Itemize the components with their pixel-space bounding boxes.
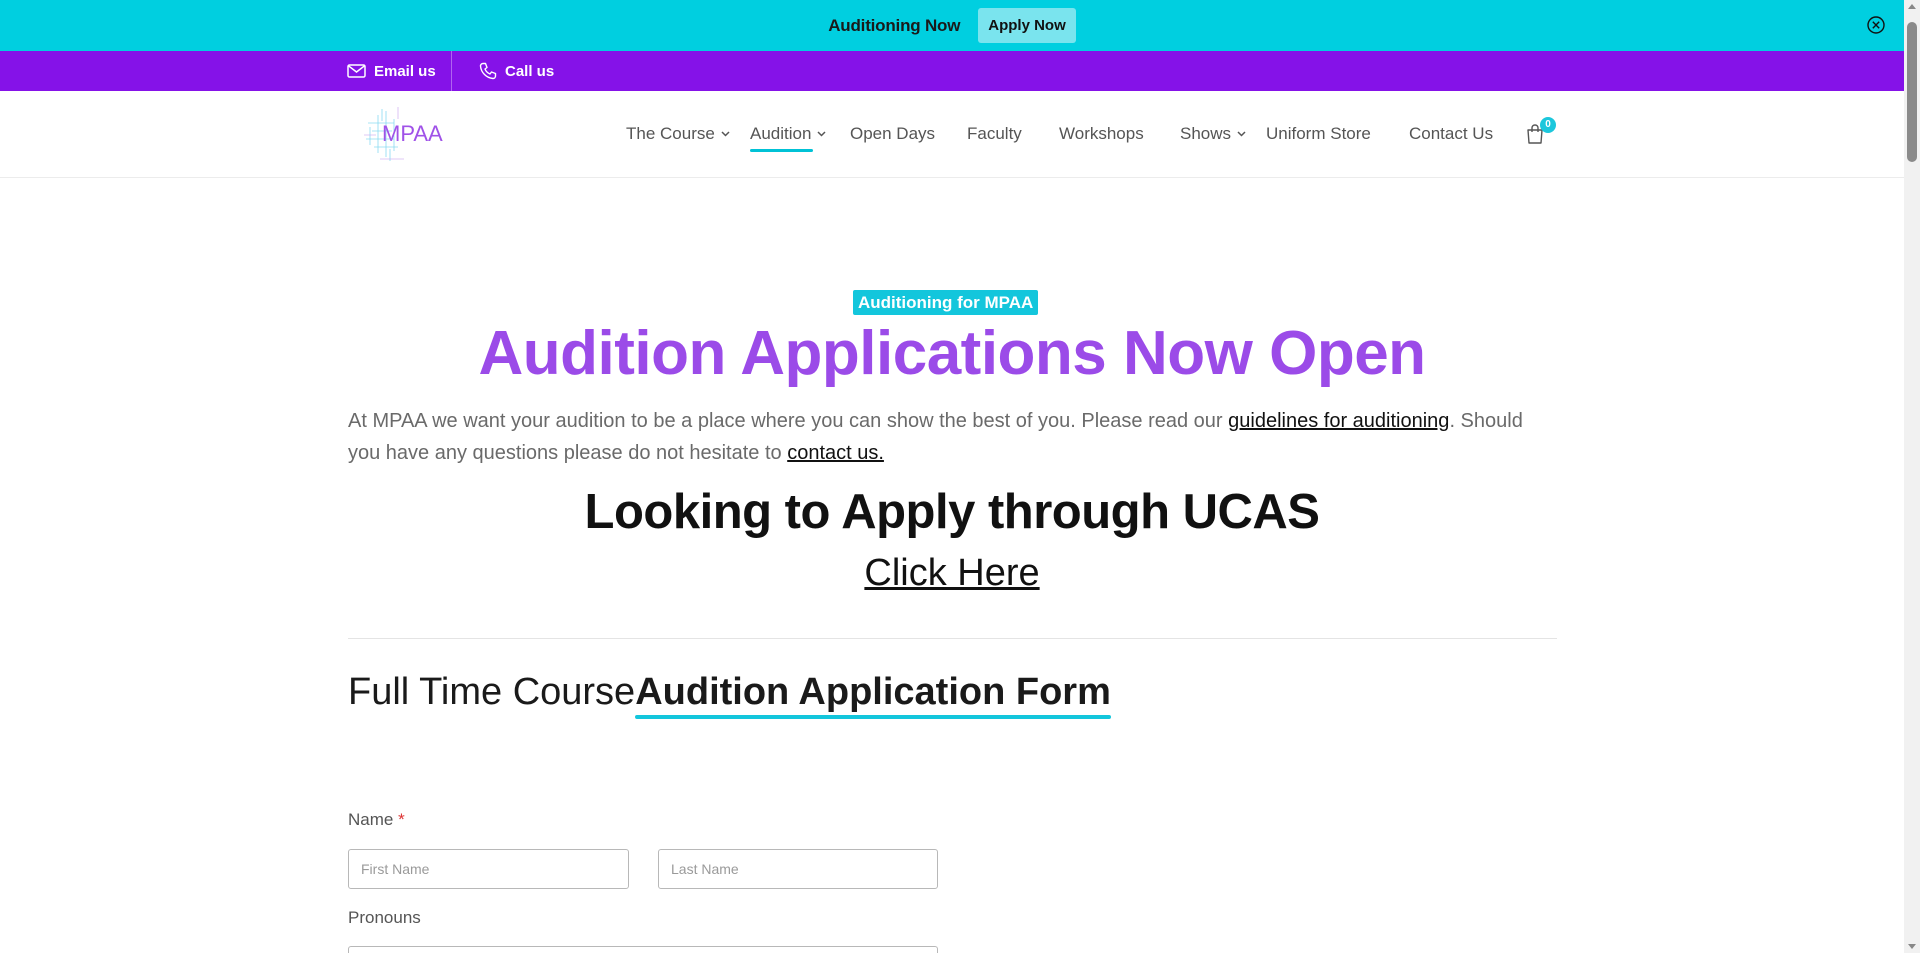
nav-item-shows[interactable]: Shows xyxy=(1180,124,1246,144)
mail-icon xyxy=(347,64,366,78)
chevron-down-icon xyxy=(721,131,730,137)
first-name-input[interactable] xyxy=(348,849,629,889)
nav-item-contact-us[interactable]: Contact Us xyxy=(1409,124,1493,144)
ucas-heading: Looking to Apply through UCAS xyxy=(584,485,1320,539)
nav-label: Contact Us xyxy=(1409,124,1494,143)
nav-item-faculty[interactable]: Faculty xyxy=(967,124,1022,144)
nav-label: Open Days xyxy=(850,124,936,143)
nav-item-audition[interactable]: Audition xyxy=(750,124,826,144)
page-title: Audition Applications Now Open xyxy=(478,319,1426,388)
call-us-link[interactable]: Call us xyxy=(479,51,554,91)
scrollbar-thumb[interactable] xyxy=(1907,22,1917,162)
nav-label: Workshops xyxy=(1059,124,1144,143)
close-icon[interactable] xyxy=(1866,15,1886,35)
page-scrollbar[interactable] xyxy=(1904,0,1920,953)
intro-paragraph: At MPAA we want your audition to be a pl… xyxy=(348,405,1558,469)
nav-item-workshops[interactable]: Workshops xyxy=(1059,124,1144,144)
contact-bar-divider xyxy=(451,51,452,91)
ucas-click-here-link[interactable]: Click Here xyxy=(0,552,1904,595)
form-title-strong: Audition Application Form xyxy=(635,671,1111,713)
intro-text: At MPAA we want your audition to be a pl… xyxy=(348,410,1229,432)
form-title-light: Full Time Course xyxy=(348,671,636,713)
call-us-label: Call us xyxy=(505,62,555,80)
nav-label: Audition xyxy=(750,124,812,143)
last-name-input[interactable] xyxy=(658,849,938,889)
announcement-text: Auditioning Now xyxy=(828,15,961,35)
nav-item-uniform-store[interactable]: Uniform Store xyxy=(1266,124,1371,144)
main-nav: The Course Audition Open Days Faculty Wo… xyxy=(0,91,1904,177)
pronouns-field-label: Pronouns xyxy=(348,908,421,927)
email-us-label: Email us xyxy=(374,62,436,80)
pronouns-input[interactable] xyxy=(348,946,938,953)
scroll-up-arrow-icon[interactable] xyxy=(1908,4,1916,9)
nav-label: Faculty xyxy=(967,124,1022,143)
form-title: Full Time CourseAudition Application For… xyxy=(348,671,1111,714)
cart-count-badge: 0 xyxy=(1540,117,1556,133)
site-header: MPAA The Course Audition Open Days Facul… xyxy=(0,91,1904,178)
contact-us-link[interactable]: contact us. xyxy=(787,442,884,464)
nav-item-open-days[interactable]: Open Days xyxy=(850,124,935,144)
nav-label: The Course xyxy=(626,124,715,143)
name-label-text: Name xyxy=(348,810,394,829)
contact-bar: Email us Call us xyxy=(0,51,1904,91)
chevron-down-icon xyxy=(1237,131,1246,137)
name-field-label: Name * xyxy=(348,810,405,830)
active-nav-indicator xyxy=(750,149,813,152)
section-kicker: Auditioning for MPAA xyxy=(853,290,1039,315)
guidelines-link[interactable]: guidelines for auditioning xyxy=(1228,410,1449,432)
phone-icon xyxy=(479,62,497,80)
nav-label: Uniform Store xyxy=(1266,124,1371,143)
section-divider xyxy=(348,638,1557,639)
chevron-down-icon xyxy=(817,131,826,137)
required-marker: * xyxy=(398,810,405,829)
apply-now-button[interactable]: Apply Now xyxy=(978,8,1076,43)
announcement-bar: Auditioning Now Apply Now xyxy=(0,0,1904,51)
email-us-link[interactable]: Email us xyxy=(347,51,436,91)
nav-label: Shows xyxy=(1180,124,1232,143)
nav-item-the-course[interactable]: The Course xyxy=(626,124,730,144)
scroll-down-arrow-icon[interactable] xyxy=(1908,944,1916,949)
